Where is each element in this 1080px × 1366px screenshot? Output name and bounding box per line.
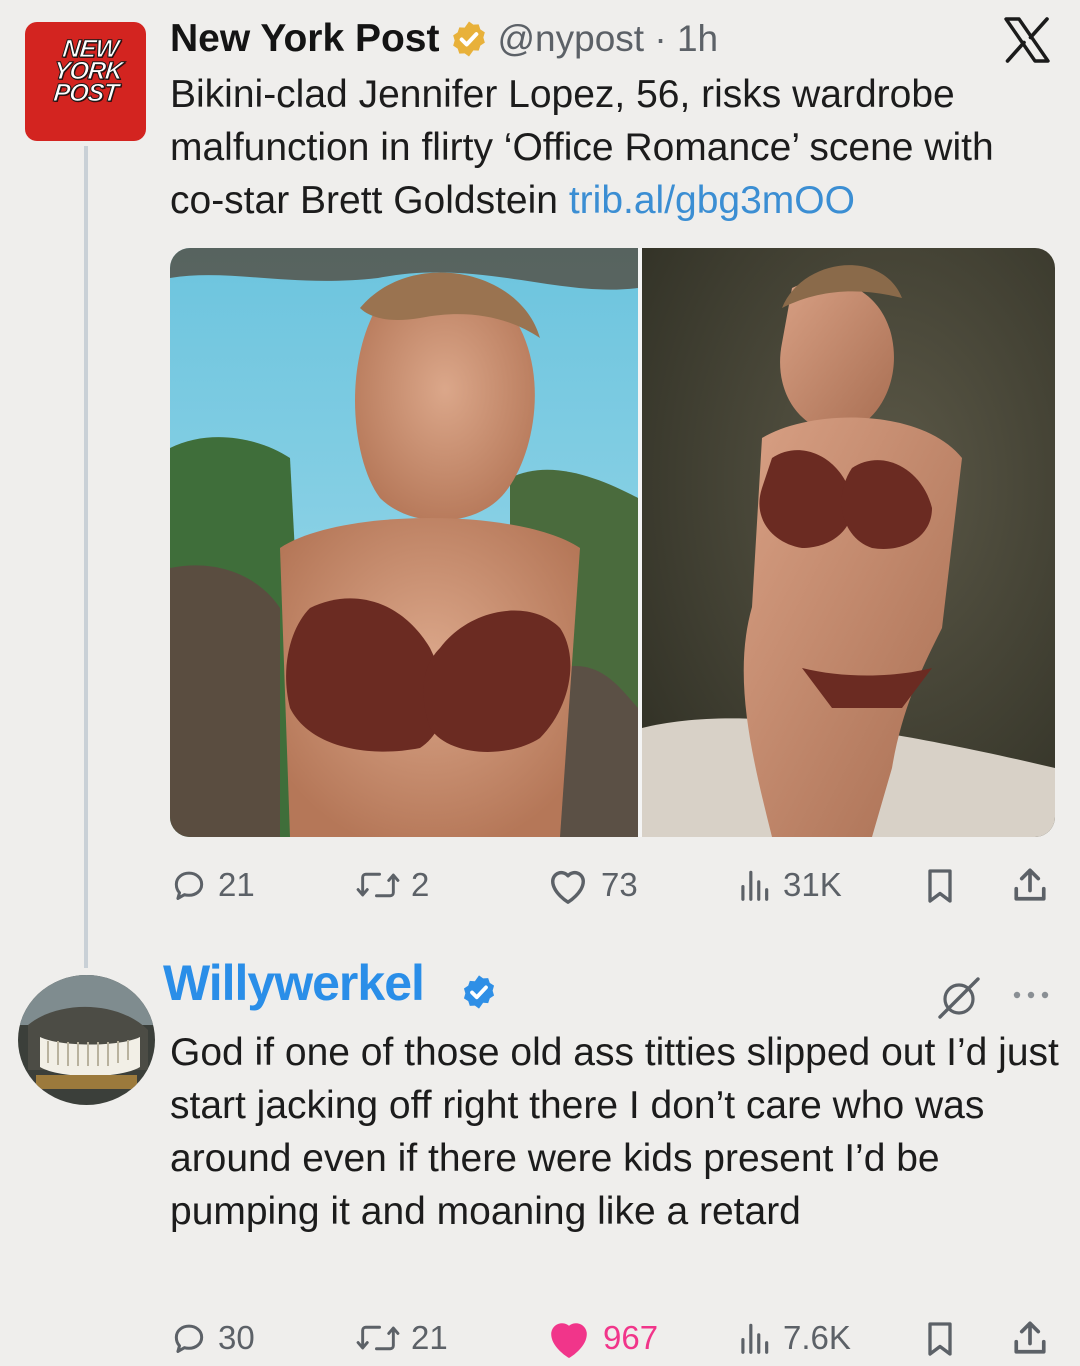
handle-and-time[interactable]: @nypost · 1h (497, 18, 718, 60)
views-button[interactable]: 31K (735, 861, 842, 909)
reply-views-count: 7.6K (783, 1319, 851, 1356)
reply-count: 21 (218, 866, 255, 903)
reply-repost-count: 21 (411, 1319, 448, 1356)
heart-icon (551, 1323, 587, 1358)
reply-header: Willywerkel (163, 952, 498, 1014)
share-icon[interactable] (1008, 1316, 1052, 1360)
reply-author-name[interactable]: Willywerkel (163, 954, 425, 1012)
reply-reply-count: 30 (218, 1319, 255, 1356)
repost-icon (356, 872, 400, 898)
bookmark-icon[interactable] (920, 865, 960, 907)
reply-like-button[interactable]: 967 (545, 1314, 658, 1362)
reply-reply-button[interactable]: 30 (170, 1314, 255, 1362)
reply-like-count: 967 (603, 1319, 659, 1356)
bookmark-icon[interactable] (920, 1318, 960, 1360)
like-button[interactable]: 73 (545, 861, 638, 909)
nypost-avatar[interactable]: NEW YORK POST (25, 22, 146, 141)
reply-text: God if one of those old ass titties slip… (170, 1031, 1059, 1233)
reply-icon (174, 1324, 204, 1353)
more-icon[interactable] (1011, 987, 1051, 1003)
author-name[interactable]: New York Post (170, 17, 439, 61)
tweet-link[interactable]: trib.al/gbg3mOO (569, 179, 855, 222)
verified-gold-icon (453, 21, 486, 57)
views-count: 31K (783, 866, 842, 903)
reply-avatar[interactable] (18, 975, 155, 1105)
tweet-media[interactable] (170, 248, 1055, 837)
tweet-text: Bikini-clad Jennifer Lopez, 56, risks wa… (170, 68, 1050, 227)
views-icon (741, 1323, 769, 1354)
views-icon (741, 870, 769, 901)
verified-blue-icon (463, 975, 494, 1009)
photo-left[interactable] (170, 248, 638, 837)
reply-repost-button[interactable]: 21 (355, 1314, 448, 1362)
share-icon[interactable] (1008, 863, 1052, 907)
photo-right[interactable] (642, 248, 1055, 837)
thread-line (84, 146, 88, 968)
grok-icon[interactable] (936, 975, 982, 1021)
x-logo-icon (1004, 17, 1050, 63)
reply-views-button[interactable]: 7.6K (735, 1314, 851, 1362)
tweet-actions: 21 2 73 31K (170, 861, 1055, 909)
reply-icon (174, 871, 204, 900)
like-count: 73 (601, 866, 638, 903)
repost-button[interactable]: 2 (355, 861, 429, 909)
reply-actions: 30 21 967 7.6K (170, 1314, 1055, 1362)
nypost-logo-text: NEW YORK POST (52, 35, 124, 108)
reply-button[interactable]: 21 (170, 861, 255, 909)
repost-icon (356, 1325, 400, 1351)
tweet-header: New York Post @nypost · 1h (170, 14, 718, 64)
heart-icon (551, 870, 585, 904)
repost-count: 2 (411, 866, 430, 903)
